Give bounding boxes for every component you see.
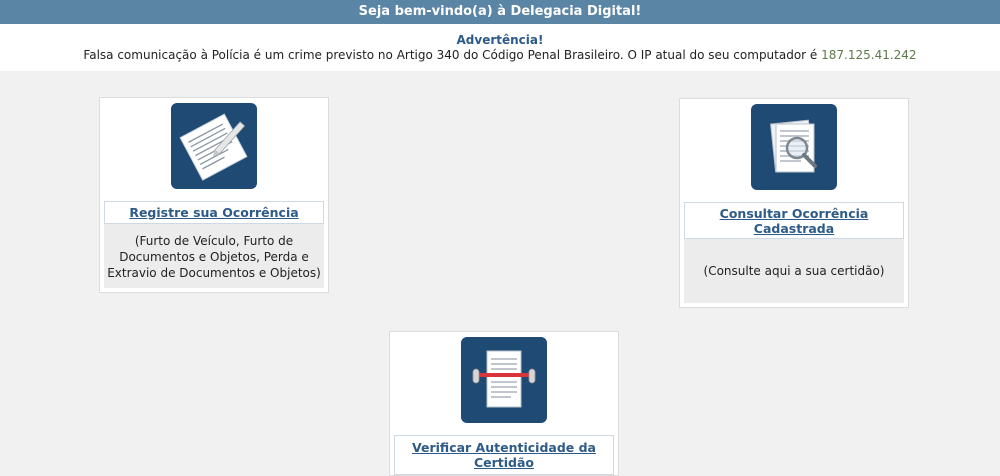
document-scanner-icon[interactable]	[461, 337, 547, 423]
welcome-banner: Seja bem-vindo(a) à Delegacia Digital!	[0, 0, 1000, 24]
warning-title: Advertência!	[456, 33, 544, 47]
warning-text: Falsa comunicação à Polícia é um crime p…	[83, 48, 818, 62]
consult-occurrence-card: Consultar Ocorrência Cadastrada (Consult…	[679, 98, 909, 308]
verify-certificate-card: Verificar Autenticidade da Certidão	[389, 331, 619, 476]
warning-text-line: Falsa comunicação à Polícia é um crime p…	[0, 48, 1000, 63]
ip-address: 187.125.41.242	[821, 48, 917, 62]
document-magnifier-icon[interactable]	[751, 104, 837, 190]
verify-certificate-link[interactable]: Verificar Autenticidade da Certidão	[394, 435, 614, 475]
warning-panel: Advertência! Falsa comunicação à Polícia…	[0, 24, 1000, 71]
consult-occurrence-link[interactable]: Consultar Ocorrência Cadastrada	[684, 202, 904, 239]
register-occurrence-card: Registre sua Ocorrência (Furto de Veícul…	[99, 97, 329, 293]
document-pen-icon[interactable]	[171, 103, 257, 189]
consult-occurrence-description: (Consulte aqui a sua certidão)	[684, 239, 904, 303]
register-occurrence-description: (Furto de Veículo, Furto de Documentos e…	[104, 224, 324, 288]
register-occurrence-link[interactable]: Registre sua Ocorrência	[104, 201, 324, 224]
